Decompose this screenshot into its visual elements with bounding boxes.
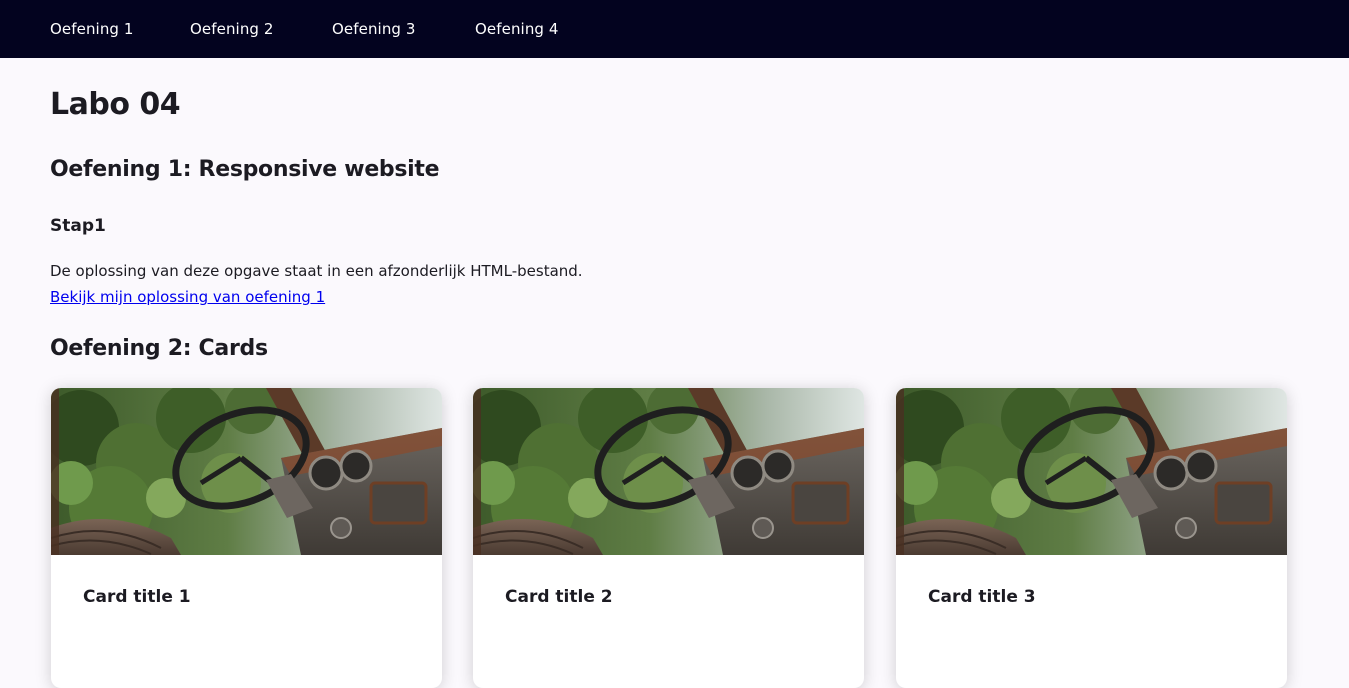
card-title: Card title 2 [505,587,613,607]
exercise-1-description: De oplossing van deze opgave staat in ee… [50,262,583,280]
nav-link-oefening-2[interactable]: Oefening 2 [190,19,274,39]
nav-link-oefening-3[interactable]: Oefening 3 [332,19,416,39]
card-image [473,388,864,555]
card-3: Card title 3 [896,388,1287,688]
nav-link-oefening-4[interactable]: Oefening 4 [475,19,559,39]
exercise-1-solution-link[interactable]: Bekijk mijn oplossing van oefening 1 [50,287,325,307]
card-title: Card title 1 [83,587,191,607]
step-heading: Stap1 [50,216,106,236]
top-navbar: Oefening 1 Oefening 2 Oefening 3 Oefenin… [0,0,1349,58]
card-1: Card title 1 [51,388,442,688]
card-image [51,388,442,555]
exercise-2-heading: Oefening 2: Cards [50,336,268,361]
exercise-1-heading: Oefening 1: Responsive website [50,157,440,182]
card-title: Card title 3 [928,587,1036,607]
card-image [896,388,1287,555]
card-2: Card title 2 [473,388,864,688]
page-title: Labo 04 [50,87,181,122]
nav-link-oefening-1[interactable]: Oefening 1 [50,19,134,39]
